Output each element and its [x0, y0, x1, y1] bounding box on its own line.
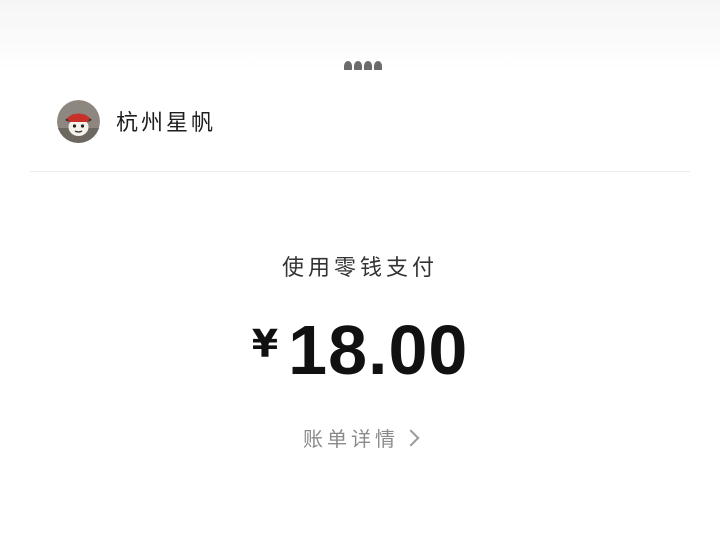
- amount-value: 18.00: [288, 311, 469, 389]
- cut-off-header-fragment: [344, 56, 392, 70]
- merchant-name: 杭州星帆: [116, 111, 217, 136]
- merchant-avatar-icon[interactable]: [57, 99, 100, 143]
- chevron-right-icon: [402, 429, 420, 446]
- header-divider: [30, 171, 690, 172]
- payment-result-page: 杭州星帆 使用零钱支付 ¥ 18.00 账单详情: [0, 0, 720, 553]
- bill-details-label: 账单详情: [303, 427, 399, 451]
- currency-symbol: ¥: [251, 322, 279, 366]
- payment-amount: ¥ 18.00: [0, 310, 720, 390]
- merchant-header[interactable]: 杭州星帆: [57, 99, 216, 143]
- bill-details-link[interactable]: 账单详情: [0, 423, 720, 452]
- payment-method-label: 使用零钱支付: [281, 256, 438, 281]
